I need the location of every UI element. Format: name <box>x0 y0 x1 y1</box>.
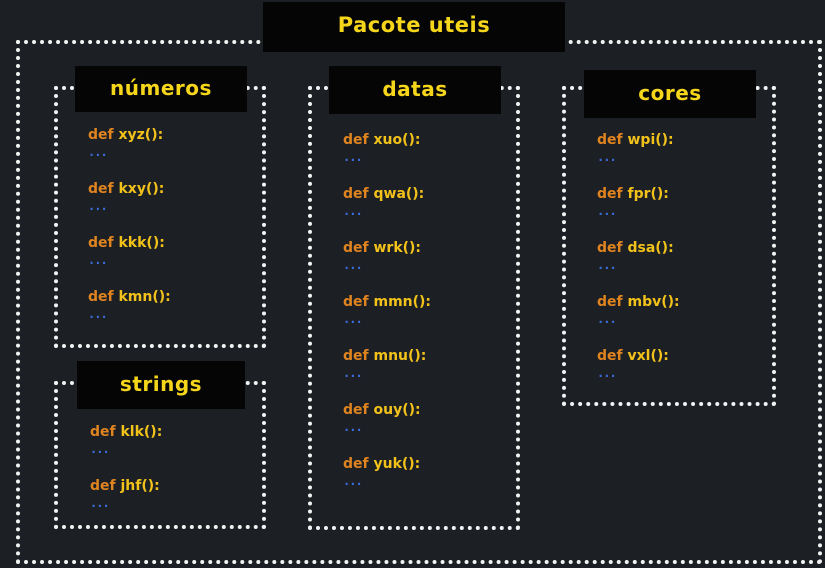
function-name: wrk(): <box>373 240 422 256</box>
def-keyword: def <box>88 235 119 251</box>
function-def: def ouy(): <box>343 402 421 418</box>
function-name: mnu(): <box>373 348 427 364</box>
function-body-ellipsis: ... <box>90 442 110 456</box>
def-keyword: def <box>597 132 628 148</box>
function-def: def klk(): <box>90 424 162 440</box>
function-body-ellipsis: ... <box>597 312 617 326</box>
function-body-ellipsis: ... <box>88 145 108 159</box>
function-body-ellipsis: ... <box>88 307 108 321</box>
module-title-cores: cores <box>584 70 756 118</box>
def-keyword: def <box>343 294 374 310</box>
def-keyword: def <box>343 186 374 202</box>
def-keyword: def <box>343 348 374 364</box>
function-body-ellipsis: ... <box>343 204 363 218</box>
function-def: def jhf(): <box>90 478 160 494</box>
def-keyword: def <box>597 294 628 310</box>
function-name: kkk(): <box>118 235 165 251</box>
function-def: def mbv(): <box>597 294 680 310</box>
function-name: dsa(): <box>627 240 674 256</box>
function-name: qwa(): <box>373 186 425 202</box>
function-body-ellipsis: ... <box>597 204 617 218</box>
function-def: def kmn(): <box>88 289 171 305</box>
function-body-ellipsis: ... <box>597 258 617 272</box>
function-def: def kxy(): <box>88 181 164 197</box>
function-def: def qwa(): <box>343 186 424 202</box>
module-title-strings: strings <box>77 361 245 409</box>
function-name: xuo(): <box>373 132 421 148</box>
function-def: def mnu(): <box>343 348 426 364</box>
function-def: def fpr(): <box>597 186 669 202</box>
function-def: def yuk(): <box>343 456 420 472</box>
function-name: kxy(): <box>118 181 165 197</box>
function-body-ellipsis: ... <box>88 199 108 213</box>
def-keyword: def <box>597 240 628 256</box>
def-keyword: def <box>597 186 628 202</box>
def-keyword: def <box>343 456 374 472</box>
function-def: def wpi(): <box>597 132 674 148</box>
function-body-ellipsis: ... <box>343 474 363 488</box>
def-keyword: def <box>343 132 374 148</box>
function-def: def xyz(): <box>88 127 163 143</box>
function-name: mbv(): <box>627 294 680 310</box>
function-name: fpr(): <box>627 186 669 202</box>
package-title: Pacote uteis <box>263 2 565 52</box>
function-def: def mmn(): <box>343 294 431 310</box>
def-keyword: def <box>597 348 628 364</box>
def-keyword: def <box>88 127 119 143</box>
function-name: xyz(): <box>118 127 164 143</box>
function-body-ellipsis: ... <box>597 366 617 380</box>
function-name: jhf(): <box>120 478 160 494</box>
module-frame-numeros <box>54 86 266 348</box>
def-keyword: def <box>343 402 374 418</box>
function-name: klk(): <box>120 424 163 440</box>
function-def: def kkk(): <box>88 235 165 251</box>
function-name: wpi(): <box>627 132 674 148</box>
function-name: kmn(): <box>118 289 171 305</box>
function-def: def vxl(): <box>597 348 669 364</box>
function-name: ouy(): <box>373 402 421 418</box>
function-body-ellipsis: ... <box>90 496 110 510</box>
function-body-ellipsis: ... <box>597 150 617 164</box>
function-name: mmn(): <box>373 294 432 310</box>
function-body-ellipsis: ... <box>343 420 363 434</box>
def-keyword: def <box>90 478 121 494</box>
def-keyword: def <box>88 289 119 305</box>
function-body-ellipsis: ... <box>343 258 363 272</box>
function-name: yuk(): <box>373 456 421 472</box>
function-body-ellipsis: ... <box>88 253 108 267</box>
function-body-ellipsis: ... <box>343 312 363 326</box>
function-name: vxl(): <box>627 348 669 364</box>
module-title-numeros: números <box>75 66 247 112</box>
def-keyword: def <box>88 181 119 197</box>
function-body-ellipsis: ... <box>343 366 363 380</box>
module-title-datas: datas <box>329 66 501 114</box>
def-keyword: def <box>343 240 374 256</box>
def-keyword: def <box>90 424 121 440</box>
function-def: def wrk(): <box>343 240 421 256</box>
function-def: def xuo(): <box>343 132 421 148</box>
function-body-ellipsis: ... <box>343 150 363 164</box>
function-def: def dsa(): <box>597 240 674 256</box>
